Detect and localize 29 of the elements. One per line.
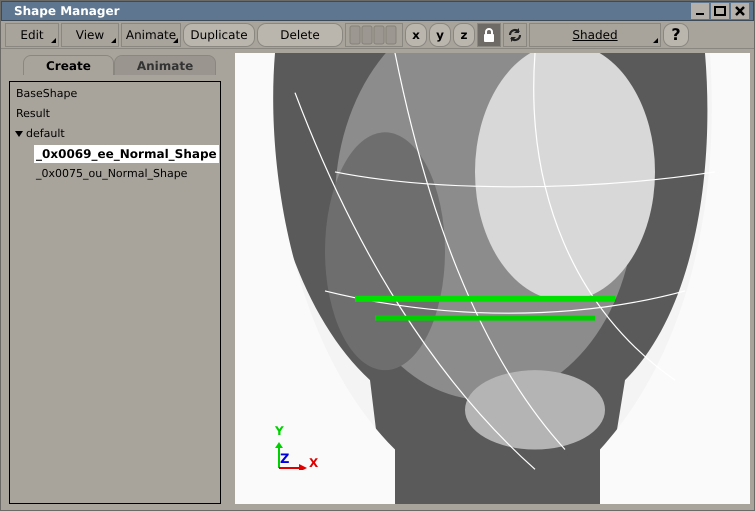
refresh-button[interactable] xyxy=(503,22,527,46)
maximize-icon[interactable] xyxy=(711,3,729,19)
toolbar-button[interactable]: Duplicate xyxy=(183,22,255,46)
help-button[interactable]: ? xyxy=(663,22,689,46)
axis-button[interactable]: y xyxy=(429,22,451,46)
lock-icon xyxy=(483,28,495,42)
tab[interactable]: Animate xyxy=(114,55,216,75)
minimize-icon[interactable] xyxy=(691,3,709,19)
tab[interactable]: Create xyxy=(23,55,114,75)
tree-item[interactable]: default xyxy=(24,126,67,142)
lock-button[interactable] xyxy=(477,22,501,46)
tree-item[interactable]: Result xyxy=(14,106,52,122)
menu-button[interactable]: Edit xyxy=(5,22,59,46)
axis-button[interactable]: x xyxy=(405,22,427,46)
refresh-icon xyxy=(507,26,523,42)
tree-item[interactable]: BaseShape xyxy=(14,86,80,102)
menu-button[interactable]: Animate xyxy=(121,22,181,46)
axis-label: X xyxy=(309,455,318,472)
axis-label: Z xyxy=(280,451,290,469)
axis-label: Y xyxy=(275,423,284,440)
close-icon[interactable] xyxy=(731,3,749,19)
window-title: Shape Manager xyxy=(14,3,121,20)
menu-button[interactable]: View xyxy=(61,22,119,46)
tree-item[interactable]: _0x0075_ou_Normal_Shape xyxy=(34,166,190,182)
axis-gizmo-icon xyxy=(275,440,309,470)
toolbar-button[interactable]: Delete xyxy=(257,22,343,46)
tree-item[interactable]: _0x0069_ee_Normal_Shape xyxy=(34,145,219,163)
shading-dropdown[interactable]: Shaded xyxy=(529,22,661,46)
axis-button[interactable]: z xyxy=(453,22,475,46)
